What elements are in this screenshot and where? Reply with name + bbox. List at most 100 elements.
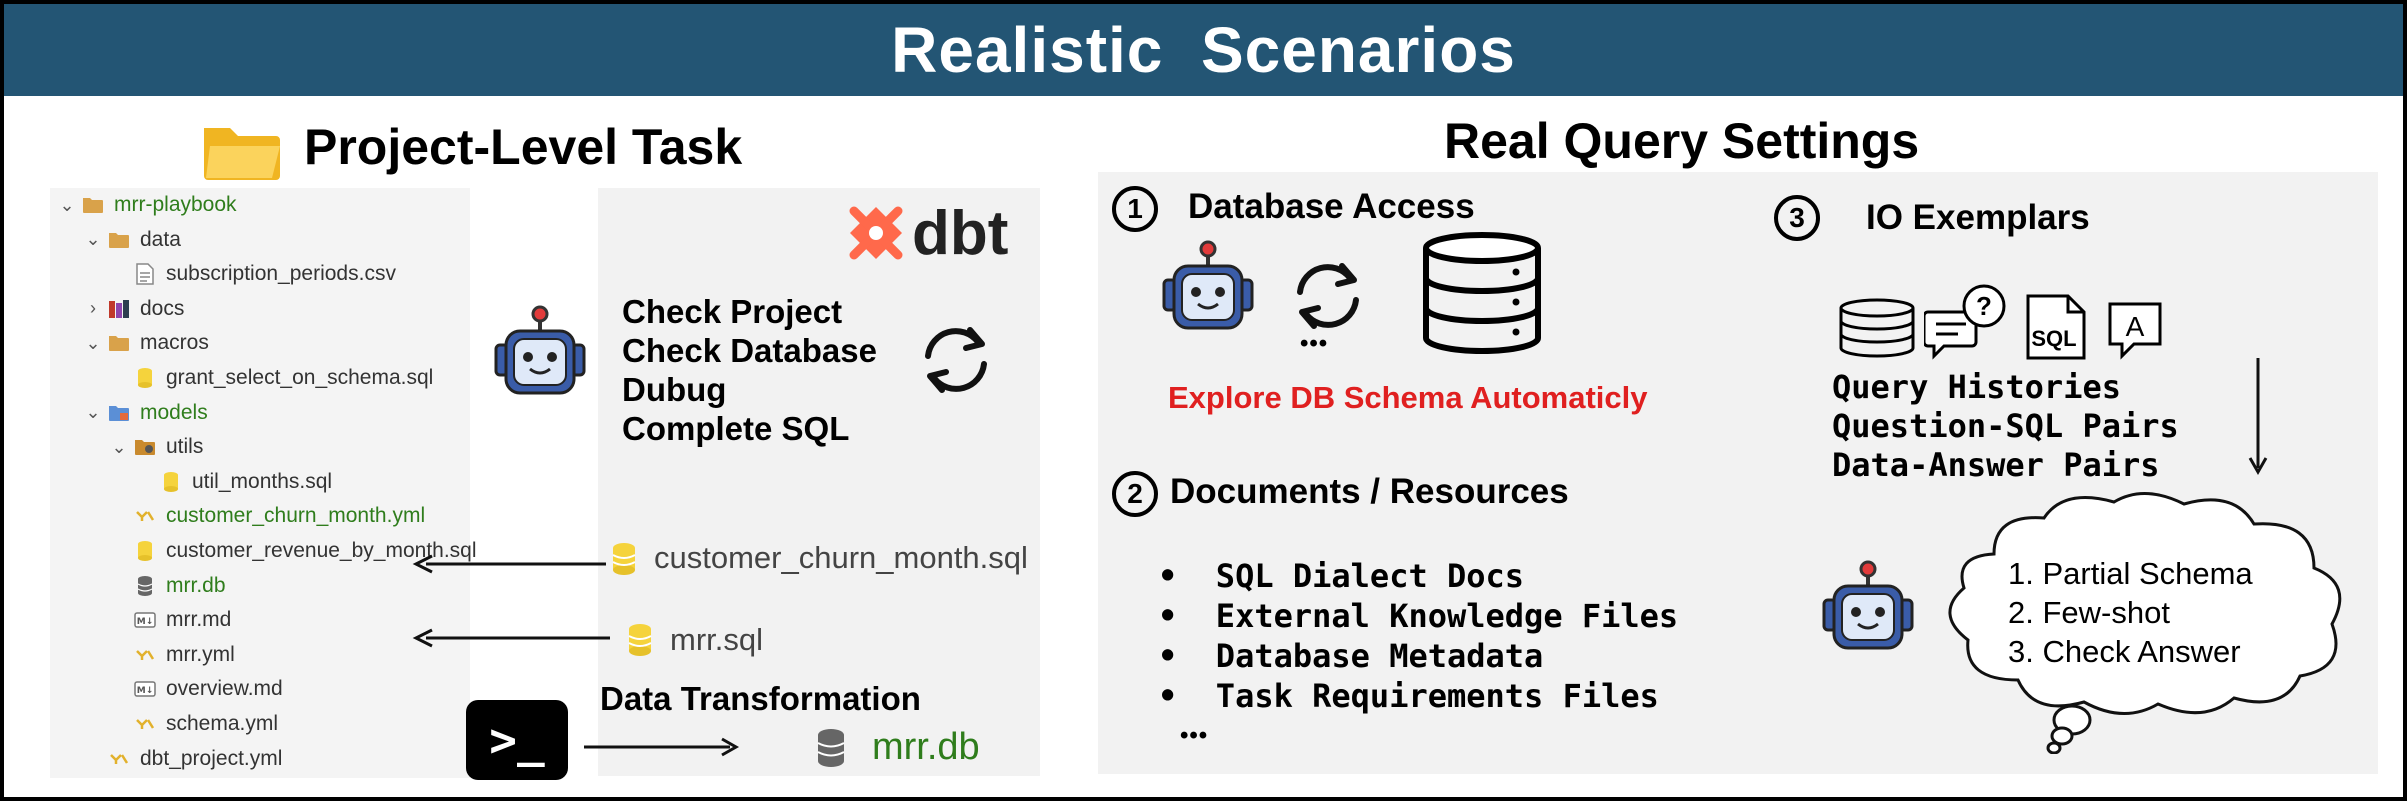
- agent-task: Complete SQL: [622, 410, 850, 447]
- project-level-task-title: Project-Level Task: [304, 119, 743, 175]
- list-item: Data-Answer Pairs: [1832, 446, 2160, 484]
- folder-icon: [82, 194, 104, 216]
- step-number-3: 3: [1774, 195, 1820, 241]
- tree-item-label: overview.md: [166, 677, 283, 701]
- models-folder-icon: [108, 402, 130, 424]
- dbt-logo-icon: [849, 206, 903, 260]
- tree-item[interactable]: M↓ mrr.md: [110, 603, 231, 637]
- list-item: • SQL Dialect Docs: [1158, 557, 1525, 595]
- tree-item[interactable]: ⌄ macros: [84, 326, 209, 360]
- chevron-down-icon[interactable]: ⌄: [84, 333, 102, 354]
- markdown-file-icon: M↓: [134, 678, 156, 700]
- tree-item-label: mrr-playbook: [114, 193, 237, 216]
- ellipsis: •••: [1180, 722, 1209, 749]
- tree-item-label: customer_churn_month.yml: [166, 504, 426, 528]
- books-icon: [108, 298, 130, 320]
- agent-task-list: Check Project Check Database Dubug Compl…: [622, 292, 877, 448]
- tree-item[interactable]: ⌄ utils: [110, 430, 203, 464]
- chevron-right-icon[interactable]: ›: [84, 298, 102, 319]
- agent-task: Check Database: [622, 332, 877, 369]
- tree-item-label: subscription_periods.csv: [166, 262, 396, 286]
- yml-file-icon: [134, 644, 156, 666]
- sql-document-icon: SQL: [2026, 294, 2086, 360]
- step-number-2: 2: [1112, 471, 1158, 517]
- tree-item[interactable]: ⌄ mrr-playbook: [58, 188, 237, 222]
- documents-list: • SQL Dialect Docs • External Knowledge …: [1158, 556, 1678, 716]
- yml-file-icon: [134, 505, 156, 527]
- answer-chat-icon: A: [2108, 302, 2162, 360]
- chevron-down-icon[interactable]: ⌄: [58, 195, 76, 216]
- tree-item[interactable]: dbt_project.yml: [84, 742, 282, 776]
- file-tree: ⌄ mrr-playbook ⌄ data subscription_periods.c…: [50, 188, 477, 778]
- tree-item[interactable]: mrr.yml: [110, 638, 235, 672]
- yml-file-icon: [134, 713, 156, 735]
- agent-task: Dubug: [622, 371, 727, 408]
- chevron-down-icon[interactable]: ⌄: [84, 229, 102, 250]
- sql-glyph: SQL: [2031, 326, 2076, 351]
- tree-item[interactable]: › docs: [84, 292, 184, 326]
- real-query-settings-title: Real Query Settings: [1444, 113, 1920, 169]
- tree-item[interactable]: grant_select_on_schema.sql: [110, 361, 433, 395]
- explore-db-caption: Explore DB Schema Automaticly: [1168, 380, 1648, 415]
- banner: Realistic Scenarios: [4, 4, 2403, 96]
- list-item: • Database Metadata: [1158, 637, 1544, 675]
- database-icon: [134, 575, 156, 597]
- list-item: Query Histories: [1832, 368, 2121, 406]
- down-arrow: [2248, 358, 2268, 476]
- data-transformation-label: Data Transformation: [600, 680, 921, 717]
- sql-file-icon: [160, 471, 182, 493]
- ellipsis: •••: [1300, 330, 1329, 357]
- database-stack-icon: [1839, 298, 1915, 358]
- database-icon: [817, 729, 845, 767]
- tree-item[interactable]: schema.yml: [110, 707, 278, 741]
- sql-file-icon: [612, 543, 636, 575]
- list-item: Question-SQL Pairs: [1832, 407, 2179, 445]
- arrow-to-db: [584, 737, 740, 757]
- list-item: 2. Few-shot: [2008, 595, 2170, 630]
- tree-item[interactable]: ⌄ models: [84, 396, 207, 430]
- folder-icon: [204, 128, 280, 180]
- tree-item-label: docs: [140, 296, 185, 320]
- chevron-down-icon[interactable]: ⌄: [84, 402, 102, 423]
- tree-item-label: mrr.yml: [166, 642, 235, 666]
- file-icon: [134, 263, 156, 285]
- customer-churn-month-sql-file: customer_churn_month.sql: [654, 540, 1028, 575]
- list-item: 1. Partial Schema: [2008, 556, 2253, 591]
- svg-text:M↓: M↓: [137, 686, 154, 696]
- yml-file-icon: [108, 748, 130, 770]
- folder-icon: [108, 229, 130, 251]
- terminal-glyph: >_: [489, 713, 545, 767]
- chevron-down-icon[interactable]: ⌄: [110, 437, 128, 458]
- tree-item-label: mrr.md: [166, 608, 232, 632]
- tree-item-label: util_months.sql: [192, 469, 333, 493]
- refresh-cycle-icon: [925, 327, 987, 393]
- utils-folder-icon: [134, 436, 156, 458]
- tree-item[interactable]: mrr.db: [110, 569, 226, 603]
- svg-text:M↓: M↓: [137, 617, 154, 627]
- tree-item[interactable]: subscription_periods.csv: [110, 257, 396, 291]
- robot-icon: [1822, 560, 1914, 650]
- database-stack-icon: [1423, 232, 1541, 354]
- output-db-label: mrr.db: [872, 726, 980, 768]
- tree-item[interactable]: util_months.sql: [136, 465, 332, 499]
- question-glyph: ?: [1976, 291, 1992, 321]
- robot-icon: [1162, 240, 1254, 330]
- sql-file-icon: [134, 367, 156, 389]
- arrows-to-tree: [412, 554, 610, 648]
- folder-icon: [108, 332, 130, 354]
- question-chat-icon: ?: [1924, 284, 2006, 360]
- agent-task: Check Project: [622, 293, 843, 330]
- tree-item-label: schema.yml: [166, 712, 279, 735]
- documents-title: Documents / Resources: [1170, 472, 1569, 511]
- io-exemplar-list: Query Histories Question-SQL Pairs Data-…: [1832, 368, 2179, 485]
- robot-icon: [494, 305, 586, 395]
- list-item: • Task Requirements Files: [1158, 677, 1659, 715]
- sql-file-icon: [628, 624, 652, 656]
- list-item: 3. Check Answer: [2008, 634, 2241, 669]
- dbt-logo-text: dbt: [912, 199, 1009, 268]
- tree-item-label: dbt_project.yml: [140, 746, 283, 770]
- tree-item[interactable]: customer_churn_month.yml: [110, 499, 425, 533]
- tree-item[interactable]: M↓ overview.md: [110, 672, 283, 706]
- tree-item-label: macros: [140, 331, 209, 355]
- tree-item[interactable]: ⌄ data: [84, 223, 180, 257]
